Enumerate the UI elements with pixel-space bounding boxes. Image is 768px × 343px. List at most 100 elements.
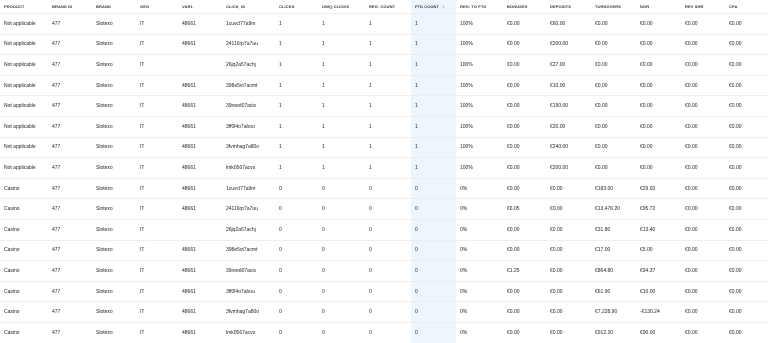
cell-var1: 48661 <box>178 198 222 220</box>
cell-reg-count: 0 <box>365 198 411 220</box>
cell-product: Not applicable <box>0 13 48 35</box>
cell-click-id: lmk0567acvs <box>222 321 275 343</box>
cell-bonuses: €0.00 <box>503 157 546 179</box>
col-header-label: DEPOSITS <box>550 4 572 9</box>
cell-bonuses: €0.00 <box>503 115 546 138</box>
table-row[interactable]: Casino 477 Slotexo IT 26jq2a57achj 0 0 0 0 0% €0.0… <box>0 218 768 241</box>
cell-click-id: 1cuvcl77a9m <box>222 177 275 199</box>
cell-var1: 48661 <box>178 260 222 282</box>
cell-turnovers: €0.00 <box>591 115 636 138</box>
col-header-var1[interactable]: VAR1 <box>178 0 222 14</box>
table-row[interactable]: Not applicable 477 Slotexo IT 26jq2a57achj 1 1… <box>0 54 768 76</box>
col-header-clicks[interactable]: CLICKS <box>275 0 318 14</box>
col-header-uniq-clicks[interactable]: UNIQ CLICKS <box>318 0 365 14</box>
table-row[interactable]: Casino 477 Slotexo IT 48661 1cuvcl77a9m 0 0 0 0 0%… <box>0 177 768 199</box>
cell-geo: IT <box>136 74 178 96</box>
cell-brand-id: 477 <box>48 321 92 343</box>
cell-cpa: €0.00 <box>725 239 768 261</box>
cell-bonuses: €0.00 <box>503 33 546 55</box>
cell-geo: IT <box>136 136 178 158</box>
cell-ngr: €0.00 <box>636 115 681 138</box>
cell-uniq-clicks: 0 <box>318 280 365 302</box>
col-header-label: FTD COUNT <box>415 3 440 9</box>
table-row[interactable]: Casino 477 Slotexo IT 48661 24116rp7a7uu 0 0 0 0 0… <box>0 198 768 220</box>
col-header-turnovers[interactable]: TURNOVERS <box>591 0 636 14</box>
cell-bonuses: €0.00 <box>503 13 546 35</box>
table-row[interactable]: Not applicable 477 Slotexo IT 48661 1cuvcl77a… <box>0 13 768 35</box>
cell-turnovers: €31.80 <box>591 218 636 241</box>
cell-rev-shr: €0.00 <box>681 13 725 35</box>
cell-cpa: €0.00 <box>725 115 768 138</box>
table-row[interactable]: Casino 477 Slotexo IT 48661 3fvmhag7a80o 0 0 0 0 0… <box>0 301 768 323</box>
cell-reg-to-ftd: 100% <box>456 33 503 55</box>
cell-ftd-count: 1 <box>411 74 456 96</box>
col-header-rev-shr[interactable]: REV SHR <box>681 0 725 14</box>
table-row[interactable]: Not applicable 477 Slotexo IT 48661 lmk0567ac… <box>0 157 768 179</box>
cell-ftd-count: 0 <box>411 239 456 261</box>
cell-var1: 48661 <box>178 13 222 35</box>
table-row[interactable]: Not applicable 477 Slotexo IT 48661 3fvmhag7a… <box>0 136 768 158</box>
cell-deposits: €0.00 <box>546 301 591 323</box>
cell-deposits: €200.00 <box>546 157 591 179</box>
col-header-label: BRAND ID <box>52 4 73 9</box>
table-row[interactable]: Not applicable 477 Slotexo IT 48661 398e5vt7a… <box>0 74 768 96</box>
cell-geo: IT <box>136 260 178 282</box>
cell-ngr: €0.00 <box>636 74 681 96</box>
table-row[interactable]: Casino 477 Slotexo IT 48661 398e5vt7acmt 0 0 0 0 0… <box>0 239 768 261</box>
cell-ftd-count: 0 <box>411 177 456 199</box>
table-row[interactable]: Casino 477 Slotexo IT 48661 39reed07acis 0 0 0 0 0… <box>0 260 768 282</box>
cell-ftd-count: 0 <box>411 321 456 343</box>
cell-ngr: -€130.24 <box>636 301 681 323</box>
cell-uniq-clicks: 0 <box>318 177 365 199</box>
table-row[interactable]: Not applicable 477 Slotexo IT 48661 24116rp7a… <box>0 33 768 55</box>
cell-uniq-clicks: 1 <box>318 115 365 138</box>
col-header-brand-id[interactable]: BRAND ID <box>48 0 92 14</box>
cell-rev-shr: €0.00 <box>681 301 725 323</box>
cell-deposits: €0.00 <box>546 321 591 343</box>
table-row[interactable]: Casino 477 Slotexo IT 48661 lmk0567acvs 0 0 0 0 0%… <box>0 321 768 343</box>
cell-uniq-clicks: 0 <box>318 301 365 323</box>
cell-turnovers: €0.00 <box>591 54 636 76</box>
table-row[interactable]: Not applicable 477 Slotexo IT 48661 3ff0l4o7a… <box>0 115 768 138</box>
col-header-bonuses[interactable]: BONUSES <box>503 0 546 14</box>
cell-brand: Slotexo <box>92 218 136 241</box>
col-header-label: REV SHR <box>685 4 704 9</box>
col-header-click-id[interactable]: CLICK_ID <box>222 0 275 14</box>
col-header-cpa[interactable]: CPA <box>725 0 768 14</box>
cell-var1: 48661 <box>178 239 222 261</box>
col-header-deposits[interactable]: DEPOSITS <box>546 0 591 14</box>
col-header-ftd-count[interactable]: FTD COUNT ↓ <box>411 0 456 14</box>
col-header-label: NGR <box>640 4 650 9</box>
cell-bonuses: €0.00 <box>503 280 546 302</box>
cell-reg-to-ftd: 0% <box>456 198 503 220</box>
cell-reg-count: 0 <box>365 280 411 302</box>
cell-rev-shr: €0.00 <box>681 136 725 158</box>
cell-click-id: 3fvmhag7a80o <box>222 136 275 158</box>
cell-brand: Slotexo <box>92 157 136 179</box>
arrow-down-icon[interactable]: ↓ <box>442 4 445 10</box>
cell-ftd-count: 1 <box>411 157 456 179</box>
cell-reg-count: 0 <box>365 239 411 261</box>
col-header-geo[interactable]: GEO <box>136 0 178 14</box>
col-header-reg-count[interactable]: REG. COUNT <box>365 0 411 14</box>
cell-geo: IT <box>136 177 178 199</box>
cell-reg-to-ftd: 100% <box>456 115 503 138</box>
col-header-ngr[interactable]: NGR <box>636 0 681 14</box>
cell-cpa: €0.00 <box>725 177 768 199</box>
col-header-reg-to-ftd[interactable]: REG. TO FTD <box>456 0 503 14</box>
cell-reg-to-ftd: 0% <box>456 177 503 199</box>
cell-clicks: 0 <box>275 301 318 323</box>
col-header-product[interactable]: PRODUCT <box>0 0 48 14</box>
col-header-brand[interactable]: BRAND <box>92 0 136 14</box>
cell-ngr: €0.00 <box>636 33 681 55</box>
table-row[interactable]: Casino 477 Slotexo IT 48661 3ff0l4o7ahou 0 0 0 0 0… <box>0 280 768 302</box>
cell-product: Casino <box>0 321 48 343</box>
cell-var1: 48661 <box>178 95 222 117</box>
cell-brand-id: 477 <box>48 54 92 76</box>
col-header-label: UNIQ CLICKS <box>322 4 350 9</box>
cell-geo: IT <box>136 239 178 261</box>
table-row[interactable]: Not applicable 477 Slotexo IT 48661 39reed07a… <box>0 95 768 117</box>
cell-ngr: €13.40 <box>636 218 681 241</box>
cell-brand-id: 477 <box>48 33 92 55</box>
cell-cpa: €0.00 <box>725 95 768 117</box>
